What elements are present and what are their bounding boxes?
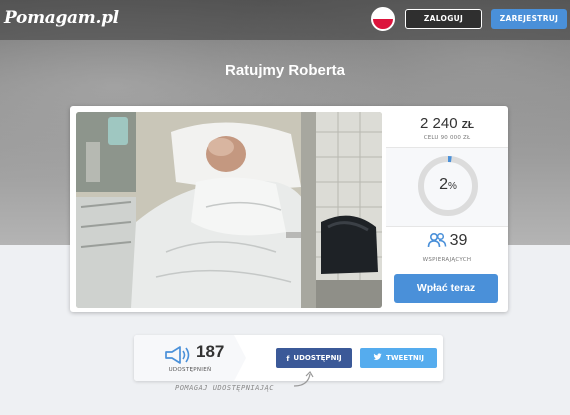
twitter-icon <box>373 353 382 360</box>
supporters-count-value: 39 <box>449 232 468 249</box>
share-count: 187 <box>196 342 225 361</box>
raised-amount: 2 240 ZŁ <box>386 115 508 132</box>
facebook-share-label: UDOSTĘPNIJ <box>293 354 342 362</box>
register-button[interactable]: ZAREJESTRUJ <box>491 9 567 29</box>
share-count-label: UDOSTĘPNIEŃ <box>168 367 212 373</box>
goal-label: CELU 90 000 ZŁ <box>423 135 471 141</box>
progress-section: 2% <box>386 148 508 226</box>
supporters-label: WSPIERAJĄCYCH <box>422 257 472 263</box>
share-hint: POMAGAJ UDOSTĘPNIAJĄC <box>175 384 275 392</box>
people-icon <box>427 232 446 248</box>
divider <box>386 226 508 227</box>
percent-sign: % <box>448 181 457 192</box>
campaign-photo <box>76 112 382 308</box>
site-logo[interactable]: Pomagam.pl <box>4 8 119 28</box>
raised-amount-unit: ZŁ <box>461 120 474 131</box>
supporters-count: 39 <box>386 232 508 250</box>
progress-value: 2 <box>439 176 448 193</box>
progress-percent: 2% <box>416 176 480 194</box>
twitter-share-button[interactable]: TWEETNIJ <box>360 348 437 368</box>
share-box: 187 UDOSTĘPNIEŃ f UDOSTĘPNIJ TWEETNIJ <box>134 335 443 381</box>
top-bar: Pomagam.pl ZALOGUJ ZAREJESTRUJ <box>0 0 570 40</box>
raised-amount-value: 2 240 <box>420 115 458 132</box>
poland-flag-icon[interactable] <box>371 7 395 31</box>
facebook-icon: f <box>286 355 290 363</box>
campaign-stats: 2 240 ZŁ CELU 90 000 ZŁ 2% 39 WSPIERAJĄC… <box>386 106 508 312</box>
campaign-title: Ratujmy Roberta <box>224 62 346 79</box>
login-button[interactable]: ZALOGUJ <box>405 9 482 29</box>
megaphone-icon <box>165 346 190 364</box>
curved-arrow-icon <box>293 371 314 387</box>
share-arrow-decoration <box>234 335 246 381</box>
twitter-share-label: TWEETNIJ <box>386 354 424 362</box>
pay-now-button[interactable]: Wpłać teraz <box>394 274 498 303</box>
facebook-share-button[interactable]: f UDOSTĘPNIJ <box>276 348 352 368</box>
campaign-card: 2 240 ZŁ CELU 90 000 ZŁ 2% 39 WSPIERAJĄC… <box>70 106 508 312</box>
